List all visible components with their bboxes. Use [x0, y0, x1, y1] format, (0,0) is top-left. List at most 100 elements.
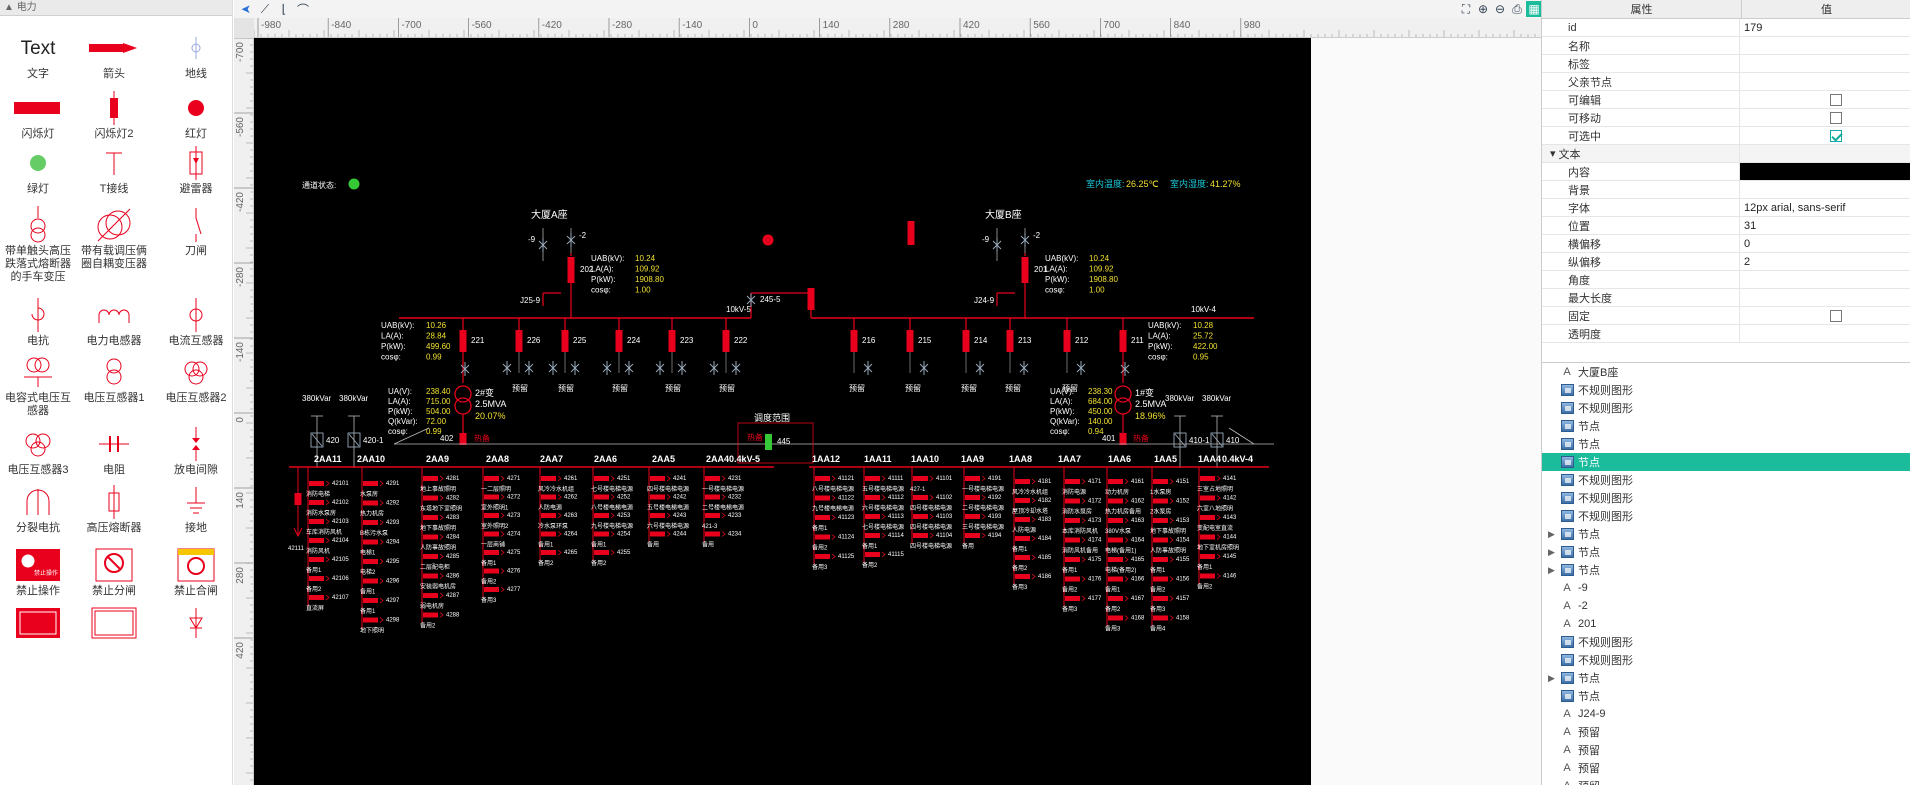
feeder-breaker[interactable] — [650, 513, 665, 518]
feeder-breaker[interactable] — [363, 481, 378, 486]
feeder-breaker[interactable] — [309, 576, 324, 581]
property-row[interactable]: 可选中 — [1542, 127, 1910, 145]
feeder-breaker[interactable] — [1200, 476, 1215, 481]
feeder-breaker[interactable] — [363, 539, 378, 545]
feeder-breaker[interactable] — [594, 550, 609, 555]
feeder-breaker[interactable] — [594, 476, 609, 481]
feeder-breaker[interactable] — [484, 587, 499, 592]
expand-icon[interactable]: ▶ — [1548, 673, 1555, 684]
palette-item[interactable]: 箭头 — [78, 28, 150, 81]
feeder-breaker[interactable] — [865, 552, 880, 557]
feeder-breaker[interactable] — [1015, 574, 1030, 579]
feeder-breaker[interactable] — [459, 330, 467, 352]
feeder-breaker[interactable] — [309, 500, 324, 505]
feeder-breaker[interactable] — [1015, 498, 1030, 503]
layer-tree-item[interactable]: A 预留 — [1542, 777, 1910, 785]
property-row[interactable]: 位置 31 — [1542, 217, 1910, 235]
feeder-breaker[interactable] — [1108, 479, 1123, 484]
feeder-breaker[interactable] — [1065, 518, 1080, 523]
feeder-breaker[interactable] — [913, 495, 928, 500]
feeder-breaker[interactable] — [1108, 557, 1123, 562]
property-value[interactable]: 2 — [1740, 253, 1910, 270]
feeder-breaker[interactable] — [309, 519, 324, 524]
palette-item[interactable]: 禁止合闸 — [160, 545, 232, 598]
property-value[interactable] — [1740, 271, 1910, 288]
feeder-breaker[interactable] — [309, 538, 324, 543]
property-row[interactable]: 名称 — [1542, 37, 1910, 55]
feeder-breaker[interactable] — [1015, 555, 1030, 560]
feeder-breaker[interactable] — [865, 533, 880, 538]
feeder-breaker[interactable] — [484, 494, 499, 500]
palette-item[interactable]: 禁止操作 禁止操作 — [2, 545, 74, 598]
palette-item[interactable]: 闪烁灯 — [2, 88, 74, 141]
palette-item[interactable] — [78, 603, 150, 643]
feeder-breaker[interactable] — [484, 476, 499, 481]
feeder-breaker[interactable] — [541, 550, 556, 555]
feeder-breaker[interactable] — [1065, 537, 1080, 543]
expand-icon[interactable]: ▶ — [1548, 529, 1555, 540]
feeder-breaker[interactable] — [1153, 557, 1168, 562]
bus-tie-breaker[interactable] — [765, 434, 772, 450]
single-line-diagram[interactable]: 通道状态: 室内温度: 26.25℃ 室内湿度: 41.27%大厦A座-9 -2202UA… — [254, 38, 1541, 785]
palette-header[interactable]: ▲ 电力 — [0, 0, 232, 16]
layer-tree-item[interactable]: ▶ 节点 — [1542, 525, 1910, 543]
layer-tree-item[interactable]: 不规则图形 — [1542, 471, 1910, 489]
feeder-breaker[interactable] — [1015, 536, 1030, 541]
feeder-breaker[interactable] — [423, 476, 438, 481]
feeder-breaker[interactable] — [865, 476, 880, 481]
feeder-breaker[interactable] — [815, 476, 830, 481]
property-row[interactable]: 背景 — [1542, 181, 1910, 199]
feeder-breaker[interactable] — [1153, 498, 1168, 504]
curve-tool-icon[interactable]: ⌒ — [295, 1, 311, 17]
layer-tree-item[interactable]: 节点 — [1542, 453, 1910, 471]
feeder-breaker[interactable] — [423, 573, 438, 579]
property-value[interactable]: 12px arial, sans-serif — [1740, 199, 1910, 216]
palette-item[interactable]: 刀闸 — [160, 205, 232, 258]
feeder-breaker[interactable] — [1108, 518, 1123, 523]
feeder-breaker[interactable] — [423, 515, 438, 520]
layer-tree-item[interactable]: A 预留 — [1542, 759, 1910, 777]
property-value[interactable] — [1740, 73, 1910, 90]
palette-item[interactable]: 接地 — [160, 482, 232, 535]
feeder-breaker[interactable] — [363, 578, 378, 584]
property-row[interactable]: 可编辑 — [1542, 91, 1910, 109]
feeder-breaker[interactable] — [1153, 518, 1168, 523]
tap-breaker[interactable] — [294, 493, 302, 505]
feeder-breaker[interactable] — [1006, 330, 1014, 352]
palette-item[interactable]: 电压互感器2 — [160, 352, 232, 405]
feeder-breaker[interactable] — [722, 330, 730, 352]
layer-tree-item[interactable]: ▶ 节点 — [1542, 669, 1910, 687]
feeder-breaker[interactable] — [1065, 498, 1080, 504]
palette-collapse-icon[interactable]: ▲ — [4, 2, 14, 13]
palette-item[interactable]: 避雷器 — [160, 143, 232, 196]
palette-item[interactable]: 带单触头高压跌落式熔断器的手车变压 — [2, 205, 74, 284]
layer-tree-item[interactable]: 不规则图形 — [1542, 651, 1910, 669]
feeder-breaker[interactable] — [561, 330, 569, 352]
property-checkbox-cell[interactable] — [1740, 307, 1910, 324]
layer-tree-item[interactable]: 不规则图形 — [1542, 489, 1910, 507]
property-value[interactable]: 0 — [1740, 235, 1910, 252]
palette-item[interactable]: 绿灯 — [2, 143, 74, 196]
feeder-breaker[interactable] — [541, 476, 556, 481]
palette-item[interactable]: 电压互感器1 — [78, 352, 150, 405]
feeder-breaker[interactable] — [965, 476, 980, 481]
zoom-out-icon[interactable]: ⊖ — [1492, 1, 1508, 17]
property-value[interactable] — [1740, 289, 1910, 306]
feeder-breaker[interactable] — [865, 495, 880, 500]
feeder-breaker[interactable] — [484, 513, 499, 518]
feeder-breaker[interactable] — [1153, 479, 1168, 484]
property-value[interactable]: 31 — [1740, 217, 1910, 234]
palette-item[interactable]: 红灯 — [160, 88, 232, 141]
feeder-breaker[interactable] — [705, 494, 720, 500]
property-row[interactable]: 内容 — [1542, 163, 1910, 181]
expand-icon[interactable]: ▶ — [1548, 565, 1555, 576]
palette-item[interactable]: 电抗 — [2, 295, 74, 348]
feeder-breaker[interactable] — [363, 559, 378, 564]
palette-item[interactable]: 电力电感器 — [78, 295, 150, 348]
palette-item[interactable]: 放电间隙 — [160, 424, 232, 477]
feeder-breaker[interactable] — [705, 476, 720, 481]
feeder-breaker[interactable] — [363, 500, 378, 506]
feeder-breaker[interactable] — [1200, 534, 1215, 540]
feeder-breaker[interactable] — [965, 514, 980, 519]
feeder-breaker[interactable] — [705, 513, 720, 518]
